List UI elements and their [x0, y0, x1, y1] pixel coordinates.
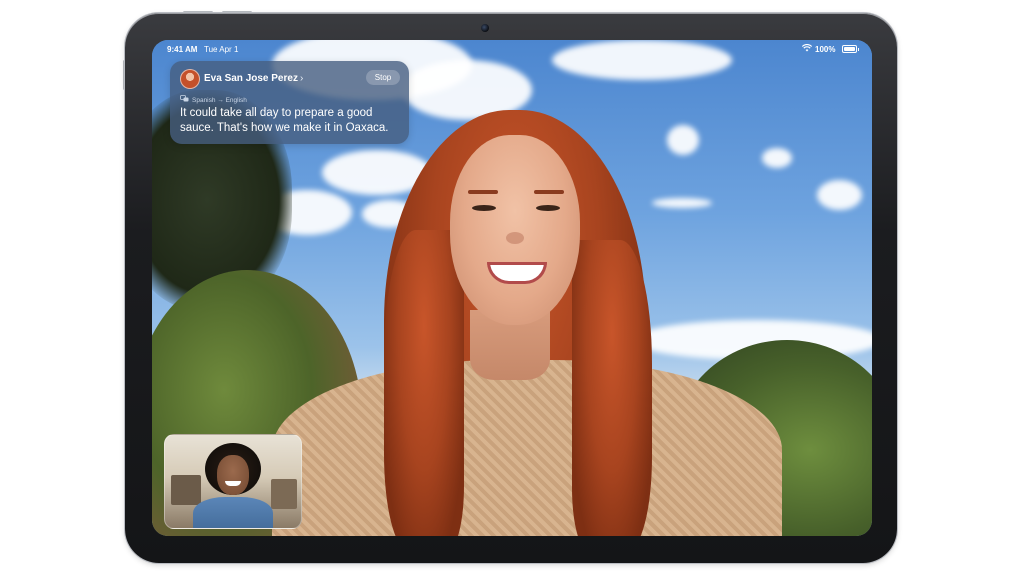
cloud — [652, 198, 712, 208]
battery-percent: 100% — [815, 45, 836, 54]
translated-caption: It could take all day to prepare a good … — [180, 107, 389, 134]
status-date: Tue Apr 1 — [204, 45, 239, 54]
wifi-icon — [801, 44, 813, 54]
participant-right-brow — [534, 190, 564, 194]
self-view-shelf — [171, 475, 201, 505]
cloud — [817, 180, 862, 210]
cloud — [667, 125, 699, 155]
status-time: 9:41 AM — [167, 45, 198, 54]
translate-icon — [180, 95, 189, 104]
self-view-shirt — [193, 497, 273, 528]
participant-nose — [506, 232, 524, 244]
caller-name: Eva San Jose Perez — [204, 73, 298, 84]
language-pair: Spanish → English — [180, 95, 247, 104]
status-bar: 9:41 AM Tue Apr 1 100% — [152, 40, 872, 58]
self-view-smile — [225, 481, 241, 486]
participant-face — [450, 135, 580, 325]
stop-translation-button[interactable]: Stop — [366, 70, 400, 85]
participant-hair-right — [572, 240, 652, 536]
self-view-face — [217, 455, 249, 495]
battery-icon — [842, 45, 859, 53]
participant-sweater — [272, 360, 782, 536]
front-camera-icon — [481, 24, 489, 32]
cloud — [762, 148, 792, 168]
participant-hair-left — [384, 230, 464, 536]
stage: 9:41 AM Tue Apr 1 100% Eva San Jose Pere… — [0, 0, 1024, 576]
participant-right-eye — [536, 205, 560, 211]
participant-left-brow — [468, 190, 498, 194]
live-translation-banner[interactable]: Eva San Jose Perez › Stop Spanish → Engli… — [170, 61, 409, 144]
caller-avatar — [180, 69, 200, 89]
self-view-tile[interactable] — [164, 434, 302, 529]
language-pair-label: Spanish → English — [192, 97, 247, 104]
self-view-shelf — [271, 479, 297, 509]
chevron-right-icon: › — [299, 73, 304, 84]
caller-name-link[interactable]: Eva San Jose Perez › — [204, 73, 303, 84]
participant-left-eye — [472, 205, 496, 211]
facetime-call-screen[interactable]: 9:41 AM Tue Apr 1 100% Eva San Jose Pere… — [152, 40, 872, 536]
